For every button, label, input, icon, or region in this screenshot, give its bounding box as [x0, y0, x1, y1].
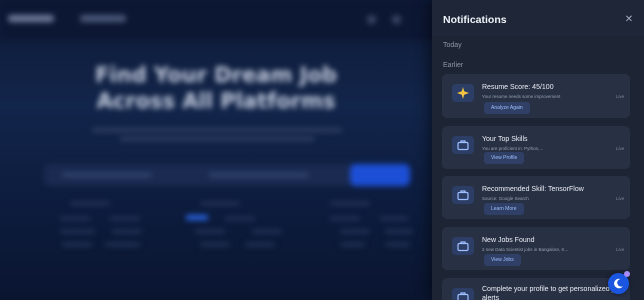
background-nav-link: [80, 15, 126, 22]
background-filter-chip: [186, 215, 208, 220]
briefcase-icon: [452, 237, 474, 255]
notification-time: Live: [616, 196, 625, 201]
background-topbar-icon: [367, 15, 376, 24]
briefcase-icon: [452, 136, 474, 154]
background-filter-item: [340, 243, 365, 246]
background-filter-item: [385, 243, 410, 246]
background-filter-item: [195, 230, 225, 233]
sparkle-icon: [452, 84, 474, 102]
notification-card-top-skills[interactable]: Your Top Skills You are proficient in: P…: [442, 126, 630, 169]
notification-description: Source: Google Search: [482, 196, 529, 201]
background-filter-item: [380, 217, 408, 220]
background-filter-heading: [70, 202, 110, 205]
background-topbar-icon: [392, 15, 401, 24]
background-search-bar: [44, 164, 410, 186]
briefcase-icon: [452, 288, 474, 300]
notifications-panel: Notifications ✕ Today Earlier Resume Sco…: [432, 0, 644, 300]
background-filter-item: [330, 217, 360, 220]
notification-description: Your resume needs some improvement: [482, 94, 561, 99]
background-filter-item: [62, 243, 92, 246]
notification-card-resume-score[interactable]: Resume Score: 45/100 Your resume needs s…: [442, 74, 630, 118]
analyze-again-button[interactable]: Analyze Again: [484, 102, 530, 114]
background-filter-item: [340, 230, 370, 233]
hero-title-line1: Find Your Dream Job: [95, 63, 337, 87]
background-filter-item: [105, 243, 140, 246]
notification-card-new-jobs[interactable]: New Jobs Found 2 new Data Scientist jobs…: [442, 227, 630, 270]
background-filter-item: [245, 243, 275, 246]
section-label-today: Today: [443, 42, 462, 49]
view-profile-button[interactable]: View Profile: [484, 152, 525, 164]
background-filter-item: [385, 230, 413, 233]
learn-more-button[interactable]: Learn More: [484, 203, 524, 215]
hero-subtitle-line: [92, 128, 342, 132]
notification-time: Live: [616, 94, 625, 99]
background-filter-item: [60, 230, 95, 233]
notification-title: Recommended Skill: TensorFlow: [482, 186, 584, 193]
hero-subtitle-line: [120, 137, 315, 141]
background-filter-item: [200, 243, 230, 246]
background-search-button: [350, 164, 410, 186]
notification-time: Live: [616, 146, 625, 151]
notification-title: Resume Score: 45/100: [482, 84, 554, 91]
briefcase-icon: [452, 186, 474, 204]
notification-dot: [624, 271, 630, 277]
background-filter-heading: [200, 202, 240, 205]
background-filter-item: [112, 230, 142, 233]
hero-title-line2: Across All Platforms: [96, 89, 336, 113]
notification-title: Complete your profile to get personalize…: [482, 286, 621, 300]
moon-icon: [614, 278, 623, 289]
notification-title: Your Top Skills: [482, 136, 528, 143]
section-label-earlier: Earlier: [443, 62, 464, 69]
close-icon[interactable]: ✕: [623, 14, 635, 26]
background-filter-item: [60, 217, 90, 220]
notification-time: Live: [616, 247, 625, 252]
notifications-title: Notifications: [443, 14, 507, 26]
view-jobs-button[interactable]: View Jobs: [484, 254, 521, 266]
notification-description: 2 new Data Scientist jobs in Bangalore, …: [482, 247, 569, 252]
notification-description: You are proficient in: Python,...: [482, 146, 544, 151]
background-filter-heading: [330, 202, 370, 205]
background-filter-item: [252, 230, 282, 233]
background-filter-item: [110, 217, 140, 220]
background-logo: [8, 15, 54, 22]
notification-card-complete-profile[interactable]: Complete your profile to get personalize…: [442, 278, 630, 300]
notification-card-recommended-skill[interactable]: Recommended Skill: TensorFlow Source: Go…: [442, 176, 630, 219]
background-filter-item: [225, 217, 255, 220]
notifications-header: Notifications ✕: [432, 0, 644, 36]
notification-title: New Jobs Found: [482, 237, 535, 244]
